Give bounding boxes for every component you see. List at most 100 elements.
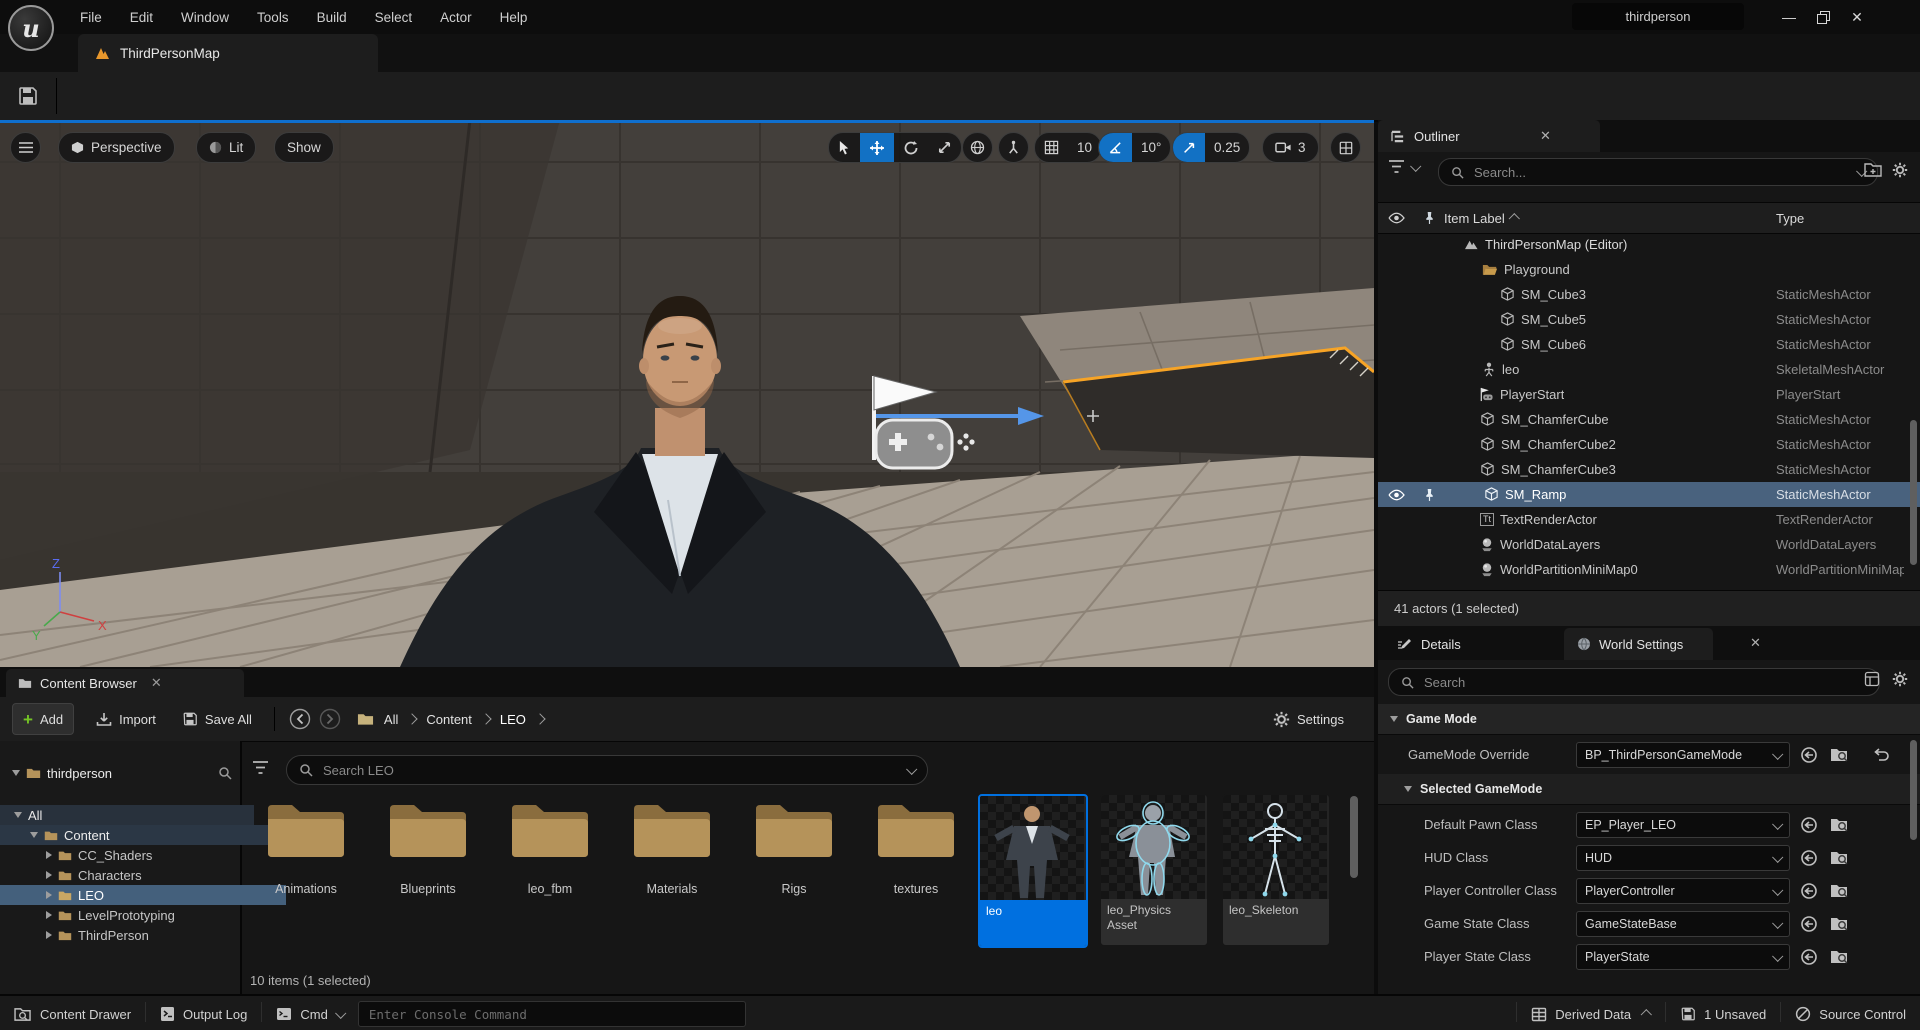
world-local-space-toggle[interactable] (962, 132, 993, 163)
outliner-filter[interactable] (1388, 160, 1422, 174)
world-settings-search-input[interactable] (1422, 673, 1867, 691)
rotation-snap-toggle[interactable] (1099, 133, 1132, 162)
close-icon[interactable]: ✕ (1540, 128, 1551, 144)
tree-item-all[interactable]: All (0, 805, 254, 825)
browse-to-asset-icon[interactable] (1828, 880, 1850, 902)
console-command-input[interactable] (366, 1005, 737, 1023)
content-browser-settings[interactable]: Settings (1263, 704, 1354, 734)
outliner-tab[interactable]: Outliner (1378, 120, 1600, 152)
tree-item-content[interactable]: Content (0, 825, 270, 845)
menu-actor[interactable]: Actor (426, 2, 486, 33)
breadcrumb-content[interactable]: Content (426, 712, 472, 727)
new-folder-icon[interactable] (1864, 162, 1882, 177)
reset-to-default-icon[interactable] (1870, 744, 1892, 766)
source-control-button[interactable]: Source Control (1781, 996, 1920, 1030)
asset-leo[interactable]: leo (978, 794, 1088, 948)
display-options-icon[interactable] (1864, 671, 1880, 687)
forward-button[interactable] (317, 706, 343, 732)
asset-search-input[interactable] (321, 761, 899, 779)
outliner-row[interactable]: PlayerStart PlayerStart (1378, 382, 1908, 407)
viewport-options-menu[interactable] (10, 132, 41, 163)
search-icon[interactable] (218, 766, 232, 780)
eye-icon[interactable] (1378, 212, 1414, 224)
menu-window[interactable]: Window (167, 2, 243, 33)
rotate-tool[interactable] (894, 133, 928, 162)
outliner-row[interactable]: Playground (1378, 257, 1908, 282)
save-all-button[interactable]: Save All (172, 704, 262, 734)
back-button[interactable] (287, 706, 313, 732)
restore-button[interactable] (1806, 3, 1840, 31)
breadcrumb-leo[interactable]: LEO (500, 712, 526, 727)
perspective-dropdown[interactable]: Perspective (58, 132, 175, 163)
tab-thirdpersonmap[interactable]: ThirdPersonMap (78, 34, 378, 72)
use-selected-icon[interactable] (1798, 946, 1820, 968)
default-pawn-class-dropdown[interactable]: EP_Player_LEO (1576, 811, 1790, 838)
browse-to-asset-icon[interactable] (1828, 913, 1850, 935)
use-selected-icon[interactable] (1798, 744, 1820, 766)
hud-class-dropdown[interactable]: HUD (1576, 844, 1790, 871)
eye-icon[interactable] (1378, 489, 1414, 501)
select-tool[interactable] (829, 133, 860, 162)
folder-rigs[interactable]: Rigs (733, 797, 855, 896)
menu-select[interactable]: Select (361, 2, 427, 33)
menu-edit[interactable]: Edit (116, 2, 167, 33)
grid-snap-toggle[interactable] (1035, 133, 1068, 162)
use-selected-icon[interactable] (1798, 847, 1820, 869)
outliner-row[interactable]: WorldDataLayers WorldDataLayers (1378, 532, 1908, 557)
cmd-dropdown[interactable]: Cmd (262, 996, 357, 1030)
rotation-snap-value[interactable]: 10° (1132, 133, 1170, 162)
outliner-row[interactable]: SM_Cube5 StaticMeshActor (1378, 307, 1908, 332)
scale-snap-toggle[interactable] (1173, 133, 1205, 162)
camera-speed-control[interactable]: 3 (1262, 132, 1319, 163)
outliner-row[interactable]: SM_ChamferCube StaticMeshActor (1378, 407, 1908, 432)
asset-leo-physics[interactable]: leo_Physics Asset (1100, 794, 1208, 946)
browse-to-asset-icon[interactable] (1828, 946, 1850, 968)
folder-blueprints[interactable]: Blueprints (367, 797, 489, 896)
pin-icon[interactable] (1414, 211, 1444, 225)
outliner-settings-gear-icon[interactable] (1892, 162, 1908, 178)
world-settings-tab[interactable]: World Settings (1564, 628, 1714, 660)
filter-icon[interactable] (252, 761, 269, 775)
add-button[interactable]: + Add (12, 703, 75, 735)
outliner-scrollbar[interactable] (1910, 420, 1917, 565)
save-button[interactable] (10, 79, 46, 113)
maximize-viewport-button[interactable] (1330, 132, 1361, 163)
browse-to-asset-icon[interactable] (1828, 744, 1850, 766)
outliner-row[interactable]: Tt TextRenderActor TextRenderActor (1378, 507, 1908, 532)
show-dropdown[interactable]: Show (274, 132, 334, 163)
scale-snap-value[interactable]: 0.25 (1205, 133, 1249, 162)
close-button[interactable]: ✕ (1840, 3, 1874, 31)
level-viewport[interactable]: Z X Y Perspective Lit Show 10 10° 0.25 3 (0, 120, 1374, 667)
browse-to-asset-icon[interactable] (1828, 814, 1850, 836)
import-button[interactable]: Import (86, 704, 166, 734)
outliner-row[interactable]: ThirdPersonMap (Editor) (1378, 232, 1908, 257)
details-tab[interactable]: Details (1384, 628, 1474, 660)
menu-file[interactable]: File (66, 2, 116, 33)
use-selected-icon[interactable] (1798, 913, 1820, 935)
outliner-row[interactable]: SM_Cube6 StaticMeshActor (1378, 332, 1908, 357)
asset-leo-skeleton[interactable]: leo_Skeleton (1222, 794, 1330, 946)
player-controller-class-dropdown[interactable]: PlayerController (1576, 877, 1790, 904)
source-thirdperson[interactable]: thirdperson (0, 763, 240, 783)
pin-icon[interactable] (1414, 488, 1444, 502)
details-settings-gear-icon[interactable] (1892, 671, 1908, 687)
game-state-class-dropdown[interactable]: GameStateBase (1576, 910, 1790, 937)
menu-build[interactable]: Build (303, 2, 361, 33)
surface-snapping-toggle[interactable] (998, 132, 1029, 163)
menu-help[interactable]: Help (486, 2, 542, 33)
column-type[interactable]: Type (1776, 211, 1804, 226)
output-log-button[interactable]: Output Log (146, 996, 261, 1030)
derived-data-button[interactable]: Derived Data (1517, 996, 1665, 1030)
close-icon[interactable]: ✕ (1750, 635, 1761, 651)
content-drawer-button[interactable]: Content Drawer (0, 996, 145, 1030)
console-command-field[interactable] (357, 1001, 746, 1027)
outliner-row[interactable]: leo SkeletalMeshActor (1378, 357, 1908, 382)
section-game-mode[interactable]: Game Mode (1378, 704, 1920, 735)
outliner-row[interactable]: SM_ChamferCube2 StaticMeshActor (1378, 432, 1908, 457)
grid-snap-value[interactable]: 10 (1068, 133, 1101, 162)
outliner-row[interactable]: SM_ChamferCube3 StaticMeshActor (1378, 457, 1908, 482)
folder-animations[interactable]: Animations (245, 797, 367, 896)
world-settings-search[interactable] (1388, 668, 1880, 696)
menu-tools[interactable]: Tools (243, 2, 303, 33)
asset-grid-scrollbar[interactable] (1350, 796, 1358, 878)
